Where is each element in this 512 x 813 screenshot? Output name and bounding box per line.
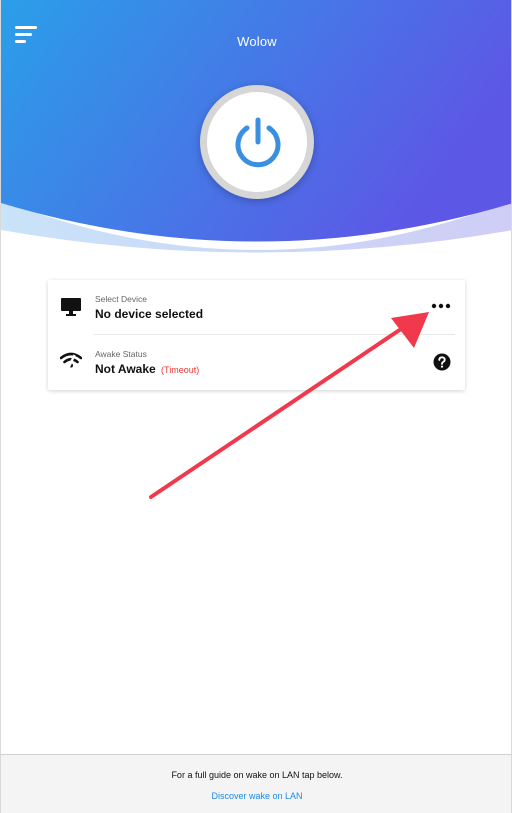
- app-title: Wolow: [237, 34, 277, 49]
- awake-status-label: Awake Status: [95, 349, 147, 359]
- discover-wol-link[interactable]: Discover wake on LAN: [1, 791, 511, 801]
- timeout-badge: (Timeout): [161, 365, 200, 375]
- select-device-label: Select Device: [95, 294, 147, 304]
- awake-status-value: Not Awake (Timeout): [95, 362, 199, 376]
- power-icon: [235, 117, 281, 168]
- more-horizontal-icon[interactable]: [431, 298, 451, 314]
- footer-guide-text: For a full guide on wake on LAN tap belo…: [171, 770, 343, 780]
- awake-status-row: Awake Status Not Awake (Timeout): [48, 335, 465, 389]
- wifi-off-icon: [60, 352, 82, 370]
- selected-device-value: No device selected: [95, 307, 203, 321]
- header: Wolow: [1, 0, 511, 260]
- awake-status-text: Not Awake: [95, 362, 156, 376]
- selected-device-text: No device selected: [95, 307, 204, 321]
- power-button[interactable]: [200, 85, 314, 199]
- device-card: Select Device No device selected Awake S…: [48, 280, 465, 390]
- select-device-row[interactable]: Select Device No device selected: [48, 280, 465, 334]
- monitor-icon: [61, 298, 81, 316]
- app-window: Wolow Select Device No device selected A…: [0, 0, 512, 813]
- footer: For a full guide on wake on LAN tap belo…: [1, 754, 511, 813]
- help-icon[interactable]: [433, 353, 451, 371]
